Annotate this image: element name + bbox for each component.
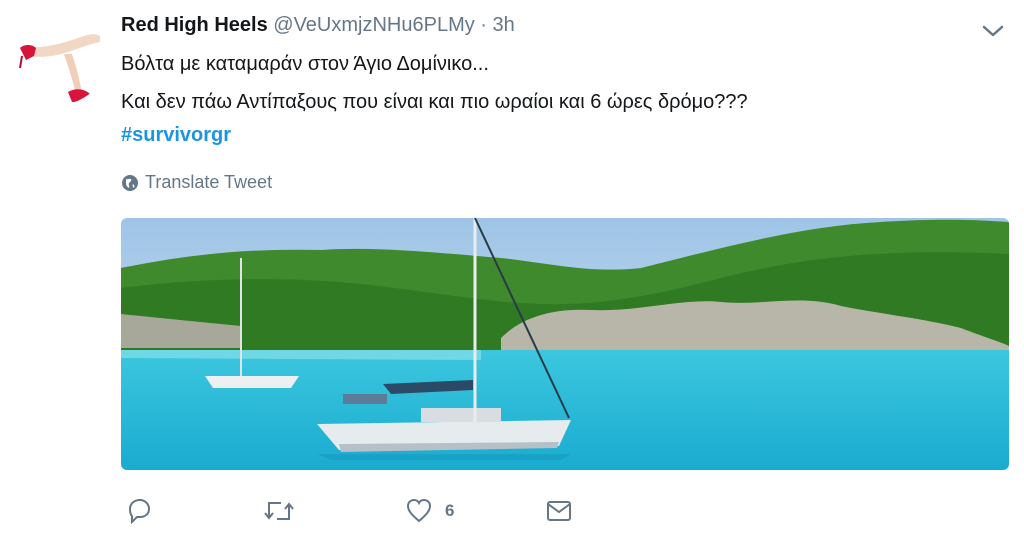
red-high-heels-avatar-image [16, 14, 106, 104]
dm-envelope-icon [547, 501, 571, 521]
direct-message-button[interactable] [545, 497, 573, 525]
sailboats-cove-image [121, 218, 1009, 470]
translate-label: Translate Tweet [145, 172, 273, 192]
reply-button[interactable] [125, 497, 165, 525]
display-name[interactable]: Red High Heels [121, 14, 268, 36]
tweet-text-line-1: Βόλτα με καταμαράν στον Άγιο Δομίνικο... [121, 53, 489, 75]
user-handle[interactable]: @VeUxmjzNHu6PLMy [273, 14, 474, 36]
reply-icon [128, 498, 151, 525]
retweet-button[interactable] [263, 497, 307, 525]
retweet-icon [264, 502, 294, 520]
like-count: 6 [445, 501, 455, 520]
like-button[interactable]: 6 [405, 497, 454, 525]
separator-dot: · [480, 14, 487, 36]
chevron-down-icon[interactable] [980, 20, 1006, 42]
heart-icon [406, 498, 432, 523]
hashtag-link[interactable]: #survivorgr [121, 124, 231, 147]
tweet-timestamp[interactable]: 3h [493, 14, 515, 36]
tweet-text-line-2: Και δεν πάω Αντίπαξους που είναι και πιο… [121, 91, 748, 113]
translate-tweet-link[interactable]: Translate Tweet [121, 172, 272, 193]
globe-icon [122, 174, 138, 191]
tweet-photo[interactable] [121, 218, 1009, 470]
tweet-header: Red High Heels @VeUxmjzNHu6PLMy · 3h [121, 14, 515, 37]
avatar[interactable] [16, 14, 106, 104]
